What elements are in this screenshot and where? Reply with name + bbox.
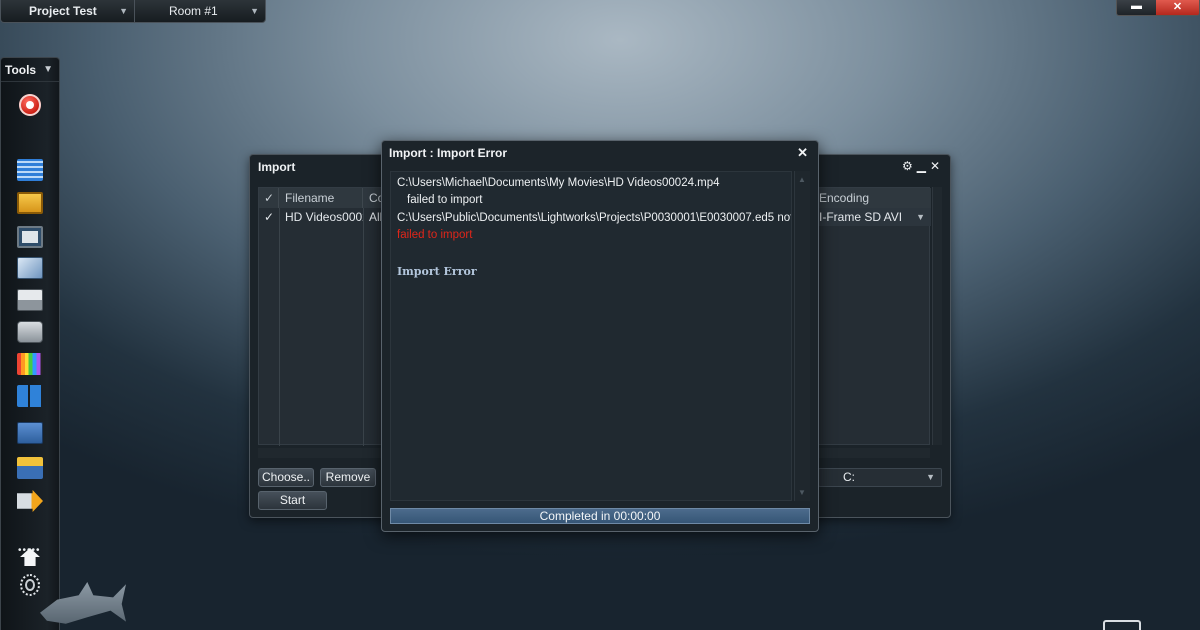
tool-exit[interactable] <box>15 488 45 514</box>
room-selector[interactable]: Room #1 ▼ <box>135 0 265 22</box>
minimize-button[interactable]: ▬ <box>1117 0 1157 15</box>
column-divider <box>279 208 280 446</box>
tool-search[interactable] <box>15 190 45 216</box>
import-error-dialog: Import : Import Error ✕ C:\Users\Michael… <box>381 140 819 532</box>
home-icon <box>20 548 40 566</box>
project-selector[interactable]: Project Test ▼ <box>1 0 135 22</box>
tool-drive[interactable] <box>15 319 45 345</box>
bin-icon <box>17 257 43 279</box>
export-icon <box>17 457 43 479</box>
error-heading: Import Error <box>397 265 477 278</box>
error-message-highlight: failed to import <box>397 229 473 241</box>
progress-bar: Completed in 00:00:00 <box>390 508 810 524</box>
chevron-down-icon: ▼ <box>916 212 925 222</box>
column-header-encoding[interactable]: Encoding <box>813 188 931 208</box>
dialog-vertical-scrollbar[interactable]: ▲ ▼ <box>794 171 810 501</box>
tools-header: Tools ▼ <box>1 58 59 82</box>
row-filename[interactable]: HD Videos00024 <box>279 208 363 226</box>
colour-bars-icon <box>17 353 43 375</box>
select-all-checkbox[interactable]: ✓ <box>259 188 279 208</box>
project-bar: Project Test ▼ Room #1 ▼ <box>0 0 266 23</box>
tool-home[interactable] <box>15 544 45 570</box>
drive-select[interactable]: C: ▼ <box>818 468 942 487</box>
arrow-right-icon <box>17 490 43 512</box>
close-icon[interactable]: ✕ <box>797 145 808 161</box>
tools-panel: Tools ▼ ••••• <box>0 57 60 630</box>
tool-grid[interactable] <box>15 157 45 183</box>
import-panel-title: Import <box>258 160 296 174</box>
record-button[interactable] <box>15 92 45 118</box>
printer-icon <box>17 289 43 311</box>
tool-fingerprint[interactable] <box>15 572 45 598</box>
choose-button[interactable]: Choose.. <box>258 468 314 487</box>
row-encoding-select[interactable]: I-Frame SD AVI ▼ <box>813 208 931 226</box>
close-icon[interactable]: ✕ <box>930 159 940 173</box>
search-folder-icon <box>17 192 43 214</box>
viewer-icon <box>17 226 43 248</box>
drive-icon <box>17 321 43 343</box>
tool-colour[interactable] <box>15 351 45 377</box>
tool-viewer[interactable] <box>15 224 45 250</box>
tool-print[interactable] <box>15 287 45 313</box>
chevron-down-icon: ▼ <box>926 472 935 482</box>
column-header-filename[interactable]: Filename <box>279 188 363 208</box>
row-checkbox[interactable]: ✓ <box>259 208 279 226</box>
window-corner-icon[interactable] <box>1103 620 1141 630</box>
scissors-icon <box>17 422 43 444</box>
drive-value: C: <box>843 470 855 484</box>
column-divider <box>363 208 364 446</box>
error-log: C:\Users\Michael\Documents\My Movies\HD … <box>390 171 792 501</box>
scroll-down-icon[interactable]: ▼ <box>798 488 806 497</box>
calculator-icon <box>17 385 43 407</box>
record-icon <box>19 94 41 116</box>
chevron-down-icon: ▼ <box>119 6 128 16</box>
remove-button[interactable]: Remove <box>320 468 376 487</box>
pin-icon[interactable]: ▼ <box>43 58 53 82</box>
row-encoding: I-Frame SD AVI <box>819 210 903 224</box>
tools-title: Tools <box>5 63 37 77</box>
error-file-path: C:\Users\Public\Documents\Lightworks\Pro… <box>397 212 792 224</box>
tool-calculator[interactable] <box>15 383 45 409</box>
window-controls: ▬ ✕ <box>1116 0 1200 16</box>
tool-bin[interactable] <box>15 255 45 281</box>
room-name: Room #1 <box>169 4 218 18</box>
tool-export[interactable] <box>15 455 45 481</box>
error-file-path: C:\Users\Michael\Documents\My Movies\HD … <box>397 177 720 189</box>
project-name: Project Test <box>29 4 97 18</box>
import-panel-controls: ⚙ ▁ ✕ <box>902 159 940 173</box>
scroll-up-icon[interactable]: ▲ <box>798 175 806 184</box>
minimize-icon[interactable]: ▁ <box>917 159 926 173</box>
tool-cut[interactable] <box>15 420 45 446</box>
fingerprint-icon <box>20 574 40 596</box>
start-button[interactable]: Start <box>258 491 327 510</box>
grid-icon <box>17 159 43 181</box>
dialog-title: Import : Import Error <box>389 146 508 160</box>
gear-icon[interactable]: ⚙ <box>902 159 913 173</box>
error-message: failed to import <box>407 194 483 206</box>
close-window-button[interactable]: ✕ <box>1156 0 1199 15</box>
table-vertical-scrollbar[interactable] <box>932 187 942 445</box>
chevron-down-icon: ▼ <box>250 6 259 16</box>
